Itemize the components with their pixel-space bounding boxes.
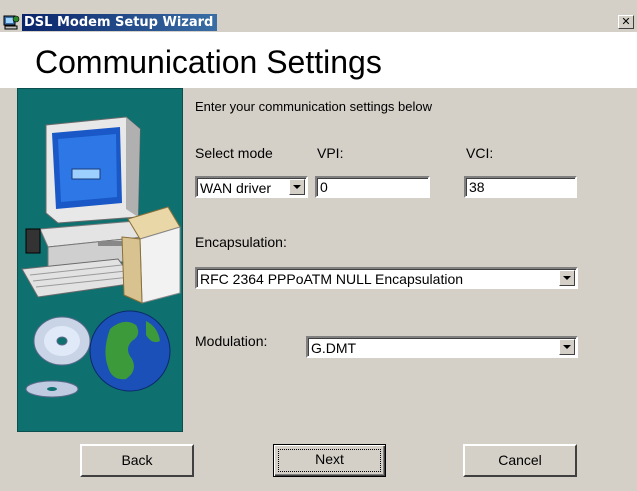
- chevron-down-icon[interactable]: [289, 179, 305, 195]
- window-title: DSL Modem Setup Wizard: [22, 14, 218, 31]
- instructions-text: Enter your communication settings below: [195, 99, 433, 114]
- vci-label: VCI:: [466, 145, 494, 161]
- close-button[interactable]: ✕: [618, 15, 634, 29]
- computer-monitor-icon: [45, 116, 141, 224]
- mode-select-value: WAN driver: [200, 180, 272, 196]
- modulation-label: Modulation:: [195, 333, 268, 349]
- keyboard-icon: [21, 258, 137, 298]
- globe-icon: [89, 310, 171, 392]
- cd-disc-icon: [25, 316, 91, 398]
- side-artwork-panel: [17, 88, 183, 432]
- title-bar[interactable]: DSL Modem Setup Wizard ✕: [0, 13, 637, 33]
- settings-form: Enter your communication settings below …: [183, 88, 637, 432]
- chevron-down-icon[interactable]: [559, 270, 575, 286]
- cancel-button[interactable]: Cancel: [463, 444, 577, 477]
- encapsulation-select-value: RFC 2364 PPPoATM NULL Encapsulation: [200, 271, 464, 287]
- software-box-icon: [121, 206, 181, 304]
- next-button[interactable]: Next: [273, 444, 386, 477]
- close-icon: ✕: [621, 15, 631, 28]
- wizard-window: DSL Modem Setup Wizard ✕ Communication S…: [0, 0, 637, 491]
- computer-cd-globe-illustration: [21, 116, 181, 398]
- select-mode-label: Select mode: [195, 145, 273, 161]
- vci-field[interactable]: 38: [464, 176, 577, 198]
- vpi-label: VPI:: [317, 145, 344, 161]
- header-banner: Communication Settings: [0, 33, 637, 88]
- encapsulation-select[interactable]: RFC 2364 PPPoATM NULL Encapsulation: [195, 267, 578, 289]
- cancel-button-label: Cancel: [498, 452, 542, 468]
- page-title: Communication Settings: [35, 44, 382, 80]
- focus-rectangle: [278, 449, 381, 472]
- chevron-down-icon[interactable]: [559, 339, 575, 355]
- vpi-field[interactable]: 0: [315, 176, 430, 198]
- encapsulation-label: Encapsulation:: [195, 234, 287, 250]
- modem-wizard-icon: [3, 15, 20, 30]
- mode-select[interactable]: WAN driver: [195, 176, 308, 198]
- modulation-select-value: G.DMT: [311, 340, 357, 356]
- back-button-label: Back: [121, 452, 153, 468]
- back-button[interactable]: Back: [80, 444, 194, 477]
- modulation-select[interactable]: G.DMT: [306, 336, 578, 358]
